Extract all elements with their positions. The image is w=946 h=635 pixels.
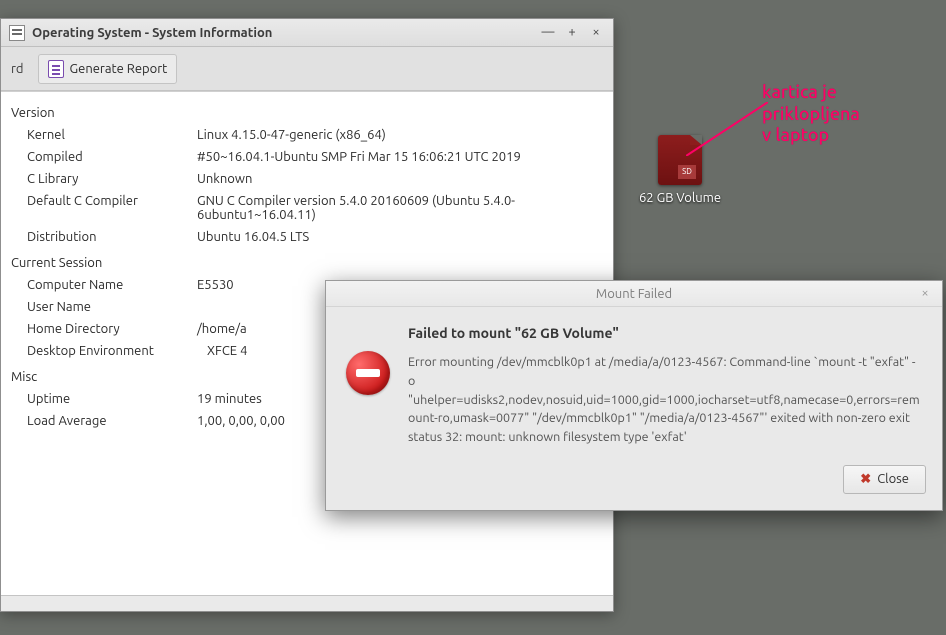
dialog-detail: Error mounting /dev/mmcblk0p1 at /media/… [408, 353, 922, 447]
mount-failed-dialog: Mount Failed × Failed to mount "62 GB Vo… [325, 280, 943, 511]
dialog-heading: Failed to mount "62 GB Volume" [408, 325, 922, 341]
close-button-label: Close [877, 472, 909, 486]
close-icon: ✖ [860, 472, 871, 487]
sysinfo-titlebar[interactable]: Operating System - System Information — … [1, 19, 613, 47]
dialog-titlebar[interactable]: Mount Failed × [326, 281, 942, 307]
sysinfo-toolbar: rd Generate Report [1, 47, 613, 91]
dialog-close-button[interactable]: ✖ Close [843, 465, 926, 494]
annotation-text: kartica je priklopljena v laptop [762, 82, 860, 147]
kv-row: KernelLinux 4.15.0-47-generic (x86_64) [11, 124, 603, 146]
sd-card-icon: SD [658, 135, 702, 185]
kv-row: Compiled#50~16.04.1-Ubuntu SMP Fri Mar 1… [11, 146, 603, 168]
kv-row: Default C CompilerGNU C Compiler version… [11, 190, 603, 226]
dialog-close-x-button[interactable]: × [916, 285, 934, 303]
error-icon [346, 351, 390, 395]
window-title: Operating System - System Information [32, 26, 539, 40]
report-icon [48, 60, 64, 78]
minimize-button[interactable]: — [539, 24, 557, 42]
desktop-volume-icon[interactable]: SD 62 GB Volume [625, 135, 735, 205]
section-header-session: Current Session [11, 248, 603, 274]
generate-report-button[interactable]: Generate Report [38, 54, 178, 84]
sd-badge: SD [678, 165, 696, 179]
maximize-button[interactable]: + [563, 24, 581, 42]
section-header-version: Version [11, 98, 603, 124]
generate-report-label: Generate Report [70, 62, 168, 76]
dialog-title: Mount Failed [596, 287, 672, 301]
status-strip [1, 595, 613, 611]
kv-row: C LibraryUnknown [11, 168, 603, 190]
kv-row: DistributionUbuntu 16.04.5 LTS [11, 226, 603, 248]
toolbar-leading-fragment: rd [7, 58, 28, 80]
sysinfo-app-icon [9, 25, 25, 41]
desktop-volume-label: 62 GB Volume [625, 191, 735, 205]
close-window-button[interactable]: × [587, 24, 605, 42]
